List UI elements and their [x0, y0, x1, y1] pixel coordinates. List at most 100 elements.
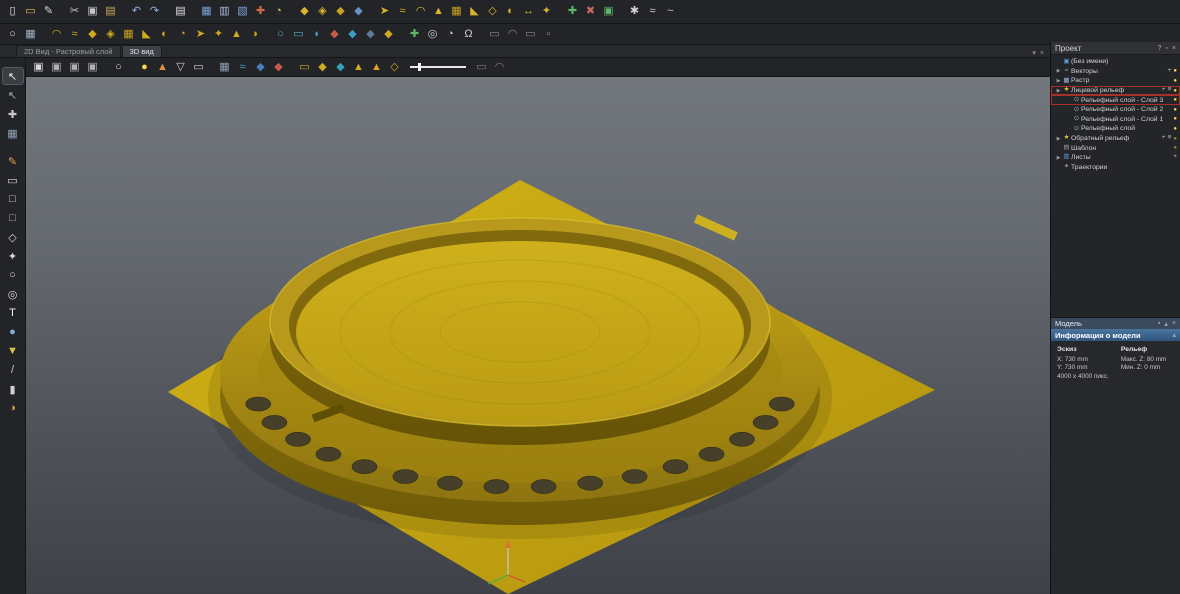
navy-diamond-tool-icon[interactable]: ◆	[362, 26, 379, 43]
relief-smooth2-icon[interactable]: ◠	[48, 26, 65, 43]
expander-icon[interactable]: ▶	[1055, 88, 1062, 94]
table-view-icon[interactable]: ▥	[216, 3, 233, 20]
close-icon[interactable]: ×	[1172, 320, 1176, 328]
erase-icon[interactable]: ▭	[3, 172, 23, 188]
circle-tool-icon[interactable]: ◎	[3, 286, 23, 302]
expander-icon[interactable]: ▶	[1055, 155, 1062, 161]
omega-tool-icon[interactable]: Ω	[460, 26, 477, 43]
zoom-tool-icon[interactable]: ○	[4, 26, 21, 43]
relief-angle-icon[interactable]: ◔	[174, 26, 191, 43]
relief-facet-icon[interactable]: ◈	[102, 26, 119, 43]
save-file-icon[interactable]: ✎	[40, 3, 57, 20]
spiral-tool-icon[interactable]: ◔	[442, 26, 459, 43]
3d-viewport[interactable]	[26, 77, 1050, 594]
tree-row[interactable]: ▶ ★ Обратный рельеф + ≡ ●	[1051, 134, 1180, 144]
tab-close-icon[interactable]: ×	[1040, 50, 1044, 57]
rect-faint-icon[interactable]: ▭	[486, 26, 503, 43]
section-icon[interactable]: ▭	[190, 59, 207, 76]
visibility-bulb-icon[interactable]: ●	[1173, 88, 1177, 94]
visibility-bulb-icon[interactable]: ●	[1173, 97, 1177, 103]
add-layer-icon[interactable]: ✚	[406, 26, 423, 43]
plane-toggle-icon[interactable]: ▽	[172, 59, 189, 76]
pin-icon[interactable]: ▪	[1158, 320, 1160, 328]
teal-diamond-icon[interactable]: ◆	[332, 59, 349, 76]
green-grid-icon[interactable]: ▣	[600, 3, 617, 20]
dot-faint-icon[interactable]: ▫	[540, 26, 557, 43]
visibility-bulb-icon[interactable]: ●	[1173, 126, 1177, 132]
model-floor[interactable]	[296, 241, 744, 423]
cone-icon[interactable]: ▲	[368, 59, 385, 76]
relief-grid-icon[interactable]: ▦	[120, 26, 137, 43]
visibility-bulb-icon[interactable]: ●	[1173, 68, 1177, 74]
vector-ellipse-icon[interactable]: ○	[272, 26, 289, 43]
relief-dome-icon[interactable]: ◐	[156, 26, 173, 43]
view-front-icon[interactable]: ▣	[48, 59, 65, 76]
menu-icon[interactable]: ≡	[1168, 135, 1172, 142]
draft-icon[interactable]: ◇	[386, 59, 403, 76]
relief-subtract-icon[interactable]: ✖	[582, 3, 599, 20]
red-diamond-tool-icon[interactable]: ◆	[326, 26, 343, 43]
tab-menu-icon[interactable]: ▾	[1032, 49, 1036, 57]
dash-faint-icon[interactable]: ▭	[522, 26, 539, 43]
tree-row[interactable]: ▶ ★ Лицевой рельеф + ≡ ●	[1051, 85, 1180, 96]
tree-item-label[interactable]: Обратный рельеф	[1071, 135, 1162, 142]
target-tool-icon[interactable]: ◎	[424, 26, 441, 43]
dots-tool-icon[interactable]: ✱	[626, 3, 643, 20]
collapse-icon[interactable]: ▴	[1172, 331, 1176, 339]
material-icon[interactable]: ▲	[154, 59, 171, 76]
rect-tool-icon[interactable]: □	[3, 191, 23, 207]
tree-row[interactable]: ▶ ▦ Растр + ≡ ●	[1051, 76, 1180, 86]
visibility-bulb-icon[interactable]: ●	[1173, 136, 1177, 142]
grid-toggle-icon[interactable]: ▦	[216, 59, 233, 76]
relief-slope-icon[interactable]: ◣	[138, 26, 155, 43]
tree-row[interactable]: ⊙ Рельефный слой - Слой 1 + ≡ ●	[1051, 115, 1180, 125]
pin-tool-icon[interactable]: ▼	[3, 343, 23, 359]
tree-row[interactable]: ⊙ Рельефный слой - Слой 2 + ≡ ●	[1051, 105, 1180, 115]
gold-flat-icon[interactable]: ▭	[296, 59, 313, 76]
transform-icon[interactable]: ✚	[3, 106, 23, 122]
tree-item-label[interactable]: Рельефный слой - Слой 3	[1081, 97, 1173, 104]
rounded-rect-tool-icon[interactable]: □	[3, 210, 23, 226]
expander-icon[interactable]: ▶	[1055, 136, 1062, 142]
tree-item-label[interactable]: Траектории	[1071, 164, 1177, 171]
relief-sculpt-icon[interactable]: ▲	[430, 3, 447, 20]
view-top-icon[interactable]: ▣	[84, 59, 101, 76]
help-icon[interactable]: ?	[1158, 45, 1162, 52]
relief-add-icon[interactable]: ✚	[564, 3, 581, 20]
light-slider[interactable]	[410, 61, 466, 73]
gold-diamond-tool-icon[interactable]: ◆	[380, 26, 397, 43]
add-icon[interactable]: +	[1173, 154, 1177, 161]
blue-diamond-icon[interactable]: ◆	[252, 59, 269, 76]
gold-diamond-icon[interactable]: ◆	[314, 59, 331, 76]
faint-corner-icon[interactable]: ◠	[491, 59, 508, 76]
add-icon[interactable]: +	[1162, 87, 1166, 94]
ellipse-tool-icon[interactable]: ○	[3, 267, 23, 283]
corner-faint-icon[interactable]: ◠	[504, 26, 521, 43]
expander-icon[interactable]: ▶	[1055, 78, 1062, 84]
notes-icon[interactable]: ▤	[172, 3, 189, 20]
visibility-bulb-icon[interactable]: ●	[1173, 116, 1177, 122]
visibility-bulb-icon[interactable]: ●	[1173, 145, 1177, 151]
relief-tri-icon[interactable]: ▲	[228, 26, 245, 43]
vectors-toggle-icon[interactable]: ≈	[234, 59, 251, 76]
tree-item-label[interactable]: Рельефный слой - Слой 2	[1081, 106, 1173, 113]
tree-item-label[interactable]: (Без имени)	[1071, 58, 1177, 65]
tree-item-label[interactable]: Рельефный слой	[1081, 125, 1173, 132]
tree-item-label[interactable]: Шаблон	[1071, 145, 1173, 152]
node-edit-icon[interactable]: ↖	[3, 87, 23, 103]
faint-rect-icon[interactable]: ▭	[473, 59, 490, 76]
teal-diamond-tool-icon[interactable]: ◆	[344, 26, 361, 43]
relief-save-icon[interactable]: ◆	[332, 3, 349, 20]
tree-row[interactable]: ⊙ Рельефный слой + ≡ ●	[1051, 124, 1180, 134]
relief-emboss-icon[interactable]: ◣	[466, 3, 483, 20]
protractor-icon[interactable]: ◔	[270, 3, 287, 20]
view-iso-icon[interactable]: ▣	[30, 59, 47, 76]
redo-icon[interactable]: ↷	[146, 3, 163, 20]
relief-load-icon[interactable]: ◈	[314, 3, 331, 20]
wave-tool-icon[interactable]: ~	[662, 3, 679, 20]
close-icon[interactable]: ×	[1172, 45, 1176, 52]
tree-row[interactable]: ⊙ Рельефный слой - Слой 3 + ≡ ●	[1051, 95, 1180, 105]
brush-tool-icon[interactable]: ▮	[3, 381, 23, 397]
collapse-icon[interactable]: ▴	[1164, 320, 1168, 328]
spline-tool-icon[interactable]: ≈	[644, 3, 661, 20]
